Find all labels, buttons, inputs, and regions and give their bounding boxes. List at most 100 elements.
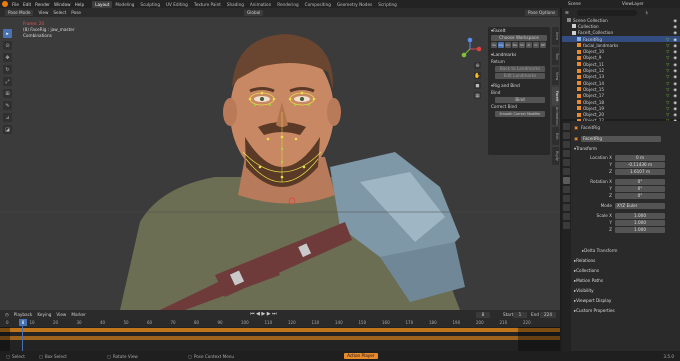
orientation-dropdown[interactable]: Global: [244, 9, 264, 16]
vtab-faceit[interactable]: FaceIt: [552, 87, 559, 105]
tab-animation[interactable]: Animation: [247, 1, 274, 8]
vtab-tool[interactable]: Tool: [552, 47, 559, 65]
tab-rendering[interactable]: Rendering: [274, 1, 301, 8]
vtab-animation[interactable]: Animation: [552, 107, 559, 125]
menu-render[interactable]: Render: [35, 2, 50, 7]
pose-options-button[interactable]: Pose Options: [525, 9, 559, 16]
select-box-icon[interactable]: ▸: [3, 29, 12, 38]
object-name-field[interactable]: FaceitRig: [580, 135, 661, 142]
keyframe-strip-object[interactable]: [0, 336, 560, 340]
visibility-eye-icon[interactable]: ◉: [673, 18, 677, 23]
tab-control[interactable]: Cr: [533, 41, 539, 48]
rotation-y-field[interactable]: 0°: [615, 185, 665, 192]
camera-icon[interactable]: ◼: [474, 82, 481, 89]
vtab-edit[interactable]: Edit: [552, 127, 559, 145]
menu-edit[interactable]: Edit: [23, 2, 31, 7]
start-frame-field[interactable]: 1: [513, 311, 527, 318]
edit-landmarks-button[interactable]: Edit Landmarks: [495, 72, 545, 79]
rotation-x-field[interactable]: 0°: [615, 178, 665, 185]
vtab-view[interactable]: View: [552, 67, 559, 85]
render-props-icon[interactable]: [563, 132, 570, 139]
tab-shapes[interactable]: Sh: [519, 41, 525, 48]
visibility-eye-icon[interactable]: ◉: [673, 112, 677, 117]
choose-workspace-button[interactable]: Choose Workspace: [491, 34, 547, 41]
bind-button[interactable]: Bind: [495, 96, 545, 103]
location-y-field[interactable]: -0.11436 m: [615, 161, 665, 168]
tab-expressions[interactable]: Ex: [505, 41, 511, 48]
annotate-icon[interactable]: ✎: [3, 101, 12, 110]
tab-shading[interactable]: Shading: [224, 1, 247, 8]
bone-roll-icon[interactable]: ◪: [3, 125, 12, 134]
visibility-eye-icon[interactable]: ◉: [673, 24, 677, 29]
location-x-field[interactable]: 0 m: [615, 154, 665, 161]
scene-selector[interactable]: Scene: [568, 1, 581, 6]
transform-section[interactable]: ▾ Transform: [574, 145, 678, 152]
scale-x-field[interactable]: 1.000: [615, 212, 665, 219]
faceit-header[interactable]: ▾ FaceIt: [488, 27, 550, 34]
cursor-icon[interactable]: ⊙: [3, 41, 12, 50]
menu-help[interactable]: Help: [75, 2, 85, 7]
menu-playback[interactable]: Playback: [14, 312, 33, 317]
transform-icon[interactable]: ⊞: [3, 89, 12, 98]
menu-view[interactable]: View: [38, 10, 48, 15]
menu-file[interactable]: File: [12, 2, 19, 7]
navigation-gizmo[interactable]: [458, 37, 482, 61]
collections-section[interactable]: ▸ Collections: [574, 267, 678, 274]
visibility-eye-icon[interactable]: ◉: [673, 74, 677, 79]
menu-timeline-view[interactable]: View: [56, 312, 66, 317]
scale-y-field[interactable]: 1.000: [615, 219, 665, 226]
move-icon[interactable]: ✥: [3, 53, 12, 62]
playhead-frame-label[interactable]: 8: [19, 319, 27, 326]
tool-props-icon[interactable]: [563, 123, 570, 130]
tab-layout[interactable]: Layout: [92, 0, 113, 8]
rotation-z-field[interactable]: 0°: [615, 192, 665, 199]
visibility-eye-icon[interactable]: ◉: [673, 106, 677, 111]
pan-hand-icon[interactable]: ✋: [474, 72, 481, 79]
rotate-icon[interactable]: ↻: [3, 65, 12, 74]
output-props-icon[interactable]: [563, 141, 570, 148]
relations-section[interactable]: ▸ Relations: [574, 257, 678, 264]
visibility-eye-icon[interactable]: ◉: [673, 55, 677, 60]
viewport-display-section[interactable]: ▸ Viewport Display: [574, 297, 678, 304]
physics-props-icon[interactable]: [563, 195, 570, 202]
measure-icon[interactable]: ⊿: [3, 113, 12, 122]
visibility-eye-icon[interactable]: ◉: [673, 100, 677, 105]
action-player-button[interactable]: Action Player: [344, 353, 378, 359]
tab-sculpting[interactable]: Sculpting: [137, 1, 163, 8]
tab-scripting[interactable]: Scripting: [375, 1, 400, 8]
visibility-eye-icon[interactable]: ◉: [673, 81, 677, 86]
visibility-eye-icon[interactable]: ◉: [673, 68, 677, 73]
tab-texture-paint[interactable]: Texture Paint: [191, 1, 224, 8]
view-layer-selector[interactable]: ViewLayer: [622, 1, 644, 6]
tab-arkit[interactable]: Ar: [526, 41, 532, 48]
menu-pose[interactable]: Pose: [71, 10, 81, 15]
scene-props-icon[interactable]: [563, 159, 570, 166]
rotation-mode-dropdown[interactable]: XYZ Euler: [615, 202, 665, 209]
3d-viewport[interactable]: ⊕ ✋ ◼ ▦: [0, 17, 560, 310]
visibility-eye-icon[interactable]: ◉: [673, 30, 677, 35]
jump-end-icon[interactable]: ⏭: [272, 311, 278, 317]
location-z-field[interactable]: 1.6107 m: [615, 168, 665, 175]
visibility-eye-icon[interactable]: ◉: [673, 87, 677, 92]
custom-properties-section[interactable]: ▸ Custom Properties: [574, 307, 678, 314]
keyframe-strip-summary[interactable]: [0, 328, 560, 332]
scale-z-field[interactable]: 1.000: [615, 226, 665, 233]
zoom-icon[interactable]: ⊕: [474, 62, 481, 69]
outliner-filter-icon[interactable]: ☰: [565, 10, 569, 15]
outliner-search-input[interactable]: [576, 9, 637, 16]
smooth-correct-button[interactable]: Smooth Correct Modifier: [495, 110, 545, 117]
tab-compositing[interactable]: Compositing: [302, 1, 334, 8]
tab-rig[interactable]: Rig: [498, 41, 504, 48]
bone-props-icon[interactable]: [563, 222, 570, 229]
tab-uv-editing[interactable]: UV Editing: [163, 1, 191, 8]
tab-bake[interactable]: Ba: [512, 41, 518, 48]
constraint-props-icon[interactable]: [563, 204, 570, 211]
visibility-eye-icon[interactable]: ◉: [673, 49, 677, 54]
grid-icon[interactable]: ▦: [474, 92, 481, 99]
menu-marker[interactable]: Marker: [71, 312, 85, 317]
visibility-eye-icon[interactable]: ◉: [673, 62, 677, 67]
blender-logo-icon[interactable]: [2, 1, 8, 7]
frame-ruler[interactable]: 0 10 20 30 40 50 60 70 80 90 100 110 120 130 140 150 160…: [0, 319, 560, 327]
landmarks-section[interactable]: ▾ Landmarks: [488, 51, 550, 58]
menu-keying[interactable]: Keying: [37, 312, 51, 317]
